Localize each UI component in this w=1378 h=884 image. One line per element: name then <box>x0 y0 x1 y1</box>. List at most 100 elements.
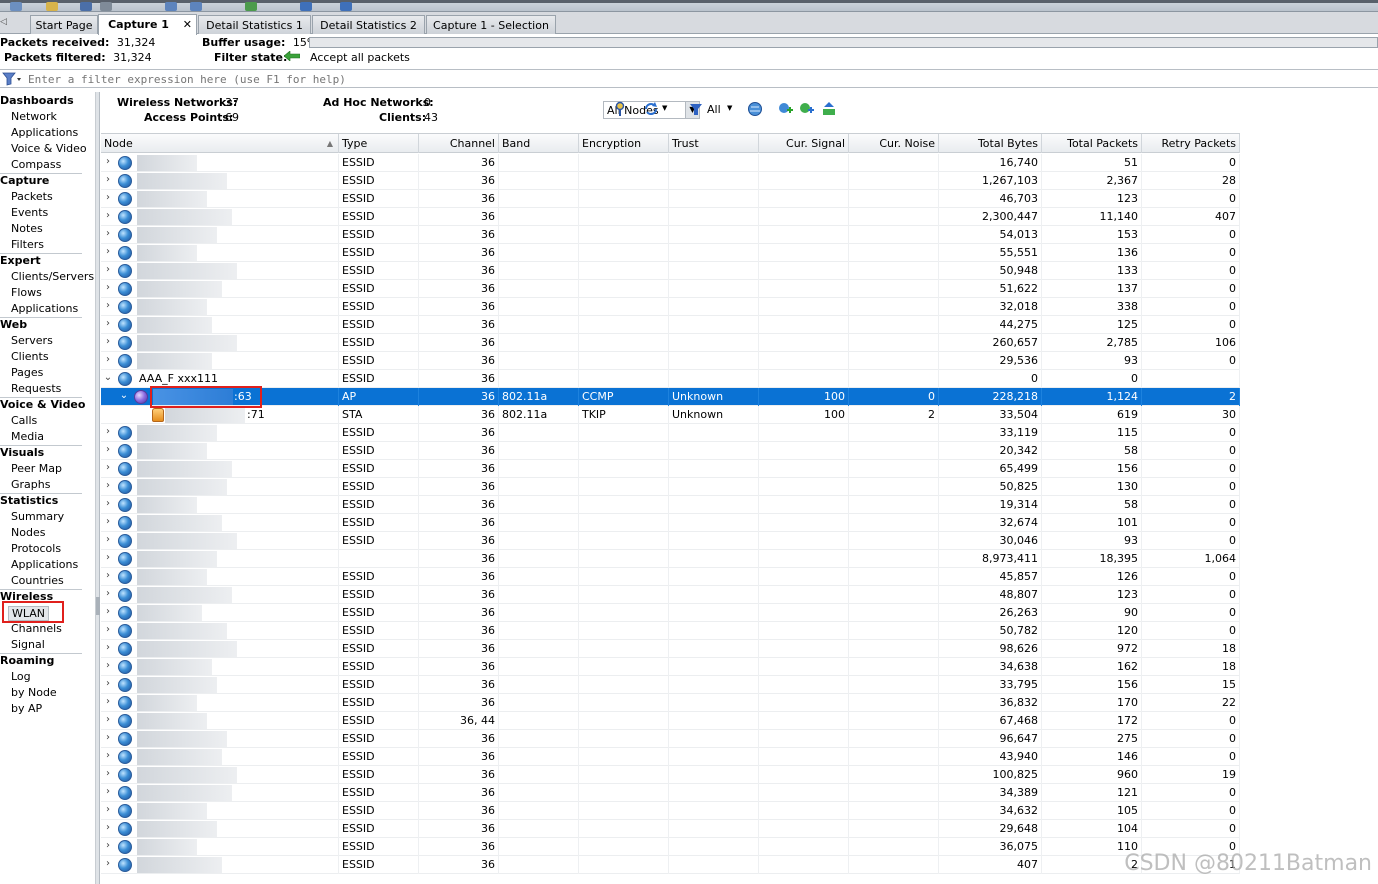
table-row[interactable]: › ESSID 36 20,342 58 0 <box>101 442 1240 460</box>
capture-icon[interactable] <box>300 2 312 11</box>
save-icon[interactable] <box>80 2 92 11</box>
refresh-icon[interactable] <box>643 101 659 117</box>
table-row[interactable]: › ESSID 36 46,703 123 0 <box>101 190 1240 208</box>
collapse-icon[interactable]: ⌄ <box>119 390 129 401</box>
sidebar-item[interactable]: Channels <box>11 622 62 635</box>
sidebar-item[interactable]: Applications <box>11 126 78 139</box>
expand-icon[interactable]: › <box>103 786 113 797</box>
expand-icon[interactable]: › <box>103 498 113 509</box>
expand-icon[interactable]: › <box>103 696 113 707</box>
sidebar-item[interactable]: Applications <box>11 302 78 315</box>
refresh-dropdown-icon[interactable]: ▼ <box>662 104 667 112</box>
expand-icon[interactable]: › <box>103 750 113 761</box>
table-row[interactable]: › ESSID 36 100,825 960 19 <box>101 766 1240 784</box>
filter-expression-input[interactable] <box>28 71 1368 87</box>
table-row[interactable]: › ESSID 36 29,648 104 0 <box>101 820 1240 838</box>
table-row[interactable]: › ESSID 36 34,638 162 18 <box>101 658 1240 676</box>
export-icon[interactable] <box>821 101 837 117</box>
expand-icon[interactable]: › <box>103 228 113 239</box>
expand-icon[interactable]: › <box>103 822 113 833</box>
table-row[interactable]: › ESSID 36 96,647 275 0 <box>101 730 1240 748</box>
table-row[interactable]: › ESSID 36 50,948 133 0 <box>101 262 1240 280</box>
expand-icon[interactable]: › <box>103 354 113 365</box>
column-header-packets[interactable]: Total Packets <box>1042 134 1142 153</box>
table-row[interactable]: › ESSID 36 34,389 121 0 <box>101 784 1240 802</box>
expand-icon[interactable]: › <box>103 732 113 743</box>
table-row[interactable]: › ESSID 36 36,832 170 22 <box>101 694 1240 712</box>
table-row[interactable]: › ESSID 36 1,267,103 2,367 28 <box>101 172 1240 190</box>
collapse-icon[interactable]: ⌄ <box>103 372 113 383</box>
globe-toolbar-icon[interactable] <box>747 101 763 117</box>
sidebar-item[interactable]: by AP <box>11 702 42 715</box>
tab-capture-1-selection[interactable]: Capture 1 - Selection <box>426 15 556 34</box>
table-row-selected[interactable]: ⌄:63 AP 36 802.11a CCMP Unknown 100 0 228,218 1,1… <box>101 388 1240 406</box>
sidebar-item[interactable]: Clients <box>11 350 49 363</box>
column-header-signal[interactable]: Cur. Signal <box>759 134 849 153</box>
expand-icon[interactable]: › <box>103 642 113 653</box>
table-row[interactable]: › ESSID 36, 44 67,468 172 0 <box>101 712 1240 730</box>
sidebar-heading[interactable]: Web <box>0 318 27 331</box>
sidebar-item[interactable]: Graphs <box>11 478 50 491</box>
sidebar-item[interactable]: Servers <box>11 334 53 347</box>
sidebar-item[interactable]: Compass <box>11 158 61 171</box>
expand-icon[interactable]: › <box>103 192 113 203</box>
expand-icon[interactable]: › <box>103 210 113 221</box>
column-header-channel[interactable]: Channel <box>419 134 499 153</box>
sidebar-item[interactable]: by Node <box>11 686 57 699</box>
sidebar-item[interactable]: Media <box>11 430 44 443</box>
sidebar-item[interactable]: Requests <box>11 382 61 395</box>
table-row[interactable]: › ESSID 36 55,551 136 0 <box>101 244 1240 262</box>
expand-icon[interactable]: › <box>103 804 113 815</box>
table-row[interactable]: › ESSID 36 65,499 156 0 <box>101 460 1240 478</box>
table-row[interactable]: ⌄ AAA_F xxx111 ESSID 36 0 0 <box>101 370 1240 388</box>
sidebar-item[interactable]: Signal <box>11 638 45 651</box>
sidebar-item[interactable]: Log <box>11 670 31 683</box>
table-row[interactable]: › ESSID 36 34,632 105 0 <box>101 802 1240 820</box>
column-header-retry[interactable]: Retry Packets <box>1142 134 1240 153</box>
table-row[interactable]: › ESSID 36 43,940 146 0 <box>101 748 1240 766</box>
table-row[interactable]: › ESSID 36 50,825 130 0 <box>101 478 1240 496</box>
sidebar-item[interactable]: Notes <box>11 222 43 235</box>
expand-icon[interactable]: › <box>103 768 113 779</box>
tab-scroll-left-icon[interactable]: ◁ <box>0 17 7 27</box>
copy-icon[interactable] <box>165 2 177 11</box>
filter-all-label[interactable]: All <box>707 103 721 116</box>
sidebar-item[interactable]: Applications <box>11 558 78 571</box>
sidebar-item[interactable]: Peer Map <box>11 462 62 475</box>
tab-capture-1[interactable]: Capture 1 ✕ <box>98 14 197 35</box>
table-row[interactable]: › ESSID 36 407 2 1 <box>101 856 1240 874</box>
column-header-bytes[interactable]: Total Bytes <box>939 134 1042 153</box>
column-header-enc[interactable]: Encryption <box>579 134 669 153</box>
expand-icon[interactable]: › <box>103 678 113 689</box>
table-row[interactable]: › ESSID 36 45,857 126 0 <box>101 568 1240 586</box>
expand-icon[interactable]: › <box>103 480 113 491</box>
sidebar-item[interactable]: Clients/Servers <box>11 270 94 283</box>
sidebar-item[interactable]: Countries <box>11 574 64 587</box>
filter-icon[interactable] <box>688 101 704 117</box>
sidebar-item[interactable]: Network <box>11 110 57 123</box>
sidebar-heading[interactable]: Visuals <box>0 446 44 459</box>
monitor-icon[interactable] <box>245 2 257 11</box>
table-row[interactable]: :71 STA 36 802.11a TKIP Unknown 100 2 33,504 619 3… <box>101 406 1240 424</box>
expand-icon[interactable]: › <box>103 624 113 635</box>
table-row[interactable]: › ESSID 36 16,740 51 0 <box>101 154 1240 172</box>
filter-funnel-icon[interactable] <box>2 72 22 86</box>
expand-icon[interactable]: › <box>103 282 113 293</box>
expand-icon[interactable]: › <box>103 264 113 275</box>
table-row[interactable]: › ESSID 36 33,119 115 0 <box>101 424 1240 442</box>
sidebar-heading[interactable]: Expert <box>0 254 41 267</box>
expand-icon[interactable]: › <box>103 174 113 185</box>
expand-icon[interactable]: › <box>103 516 113 527</box>
table-row[interactable]: › ESSID 36 32,018 338 0 <box>101 298 1240 316</box>
column-header-band[interactable]: Band <box>499 134 579 153</box>
table-row[interactable]: › ESSID 36 30,046 93 0 <box>101 532 1240 550</box>
add-node-icon[interactable] <box>778 101 794 117</box>
expand-icon[interactable]: › <box>103 318 113 329</box>
filter-dropdown-icon[interactable]: ▼ <box>727 104 732 112</box>
expand-icon[interactable]: › <box>103 534 113 545</box>
paste-icon[interactable] <box>190 2 202 11</box>
sidebar-heading[interactable]: Voice & Video <box>0 398 85 411</box>
table-row[interactable]: › ESSID 36 260,657 2,785 106 <box>101 334 1240 352</box>
sidebar-splitter[interactable] <box>96 92 100 884</box>
sidebar-item[interactable]: Protocols <box>11 542 61 555</box>
